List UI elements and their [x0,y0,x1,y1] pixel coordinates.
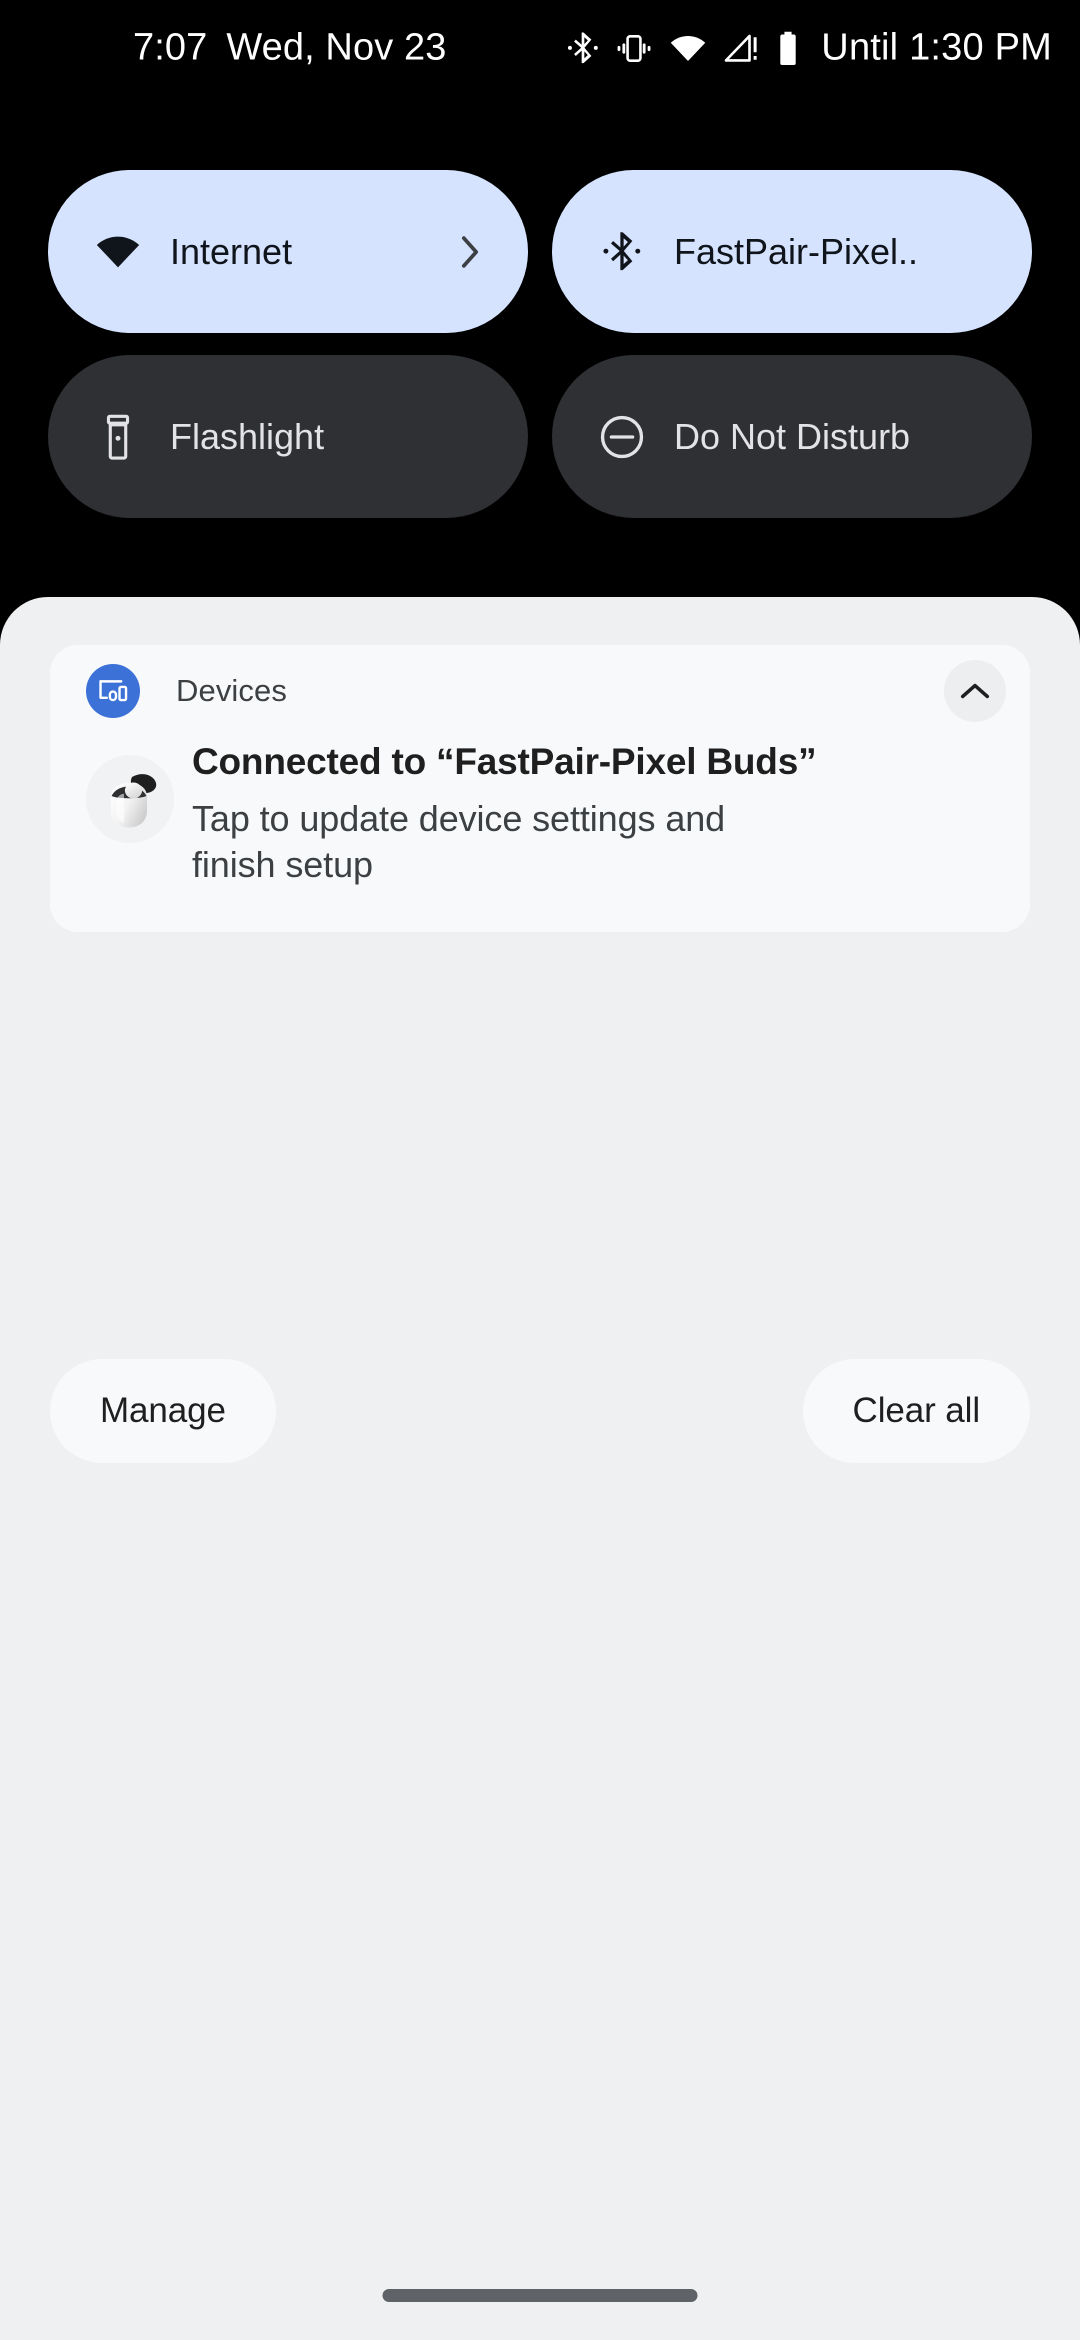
notification-shade: Devices Connected to “FastPair-Pixel Bud… [0,597,1080,2340]
qs-tile-label: Do Not Disturb [674,415,911,457]
qs-tile-label: FastPair-Pixel.. [674,230,919,272]
pixel-buds-case-image [86,755,174,843]
quick-settings-row-1: Internet FastPair-Pixel.. [48,170,1032,333]
notification-title: Connected to “FastPair-Pixel Buds” [192,741,817,782]
status-bar-right: Until 1:30 PM [567,27,1052,70]
signal-no-service-icon [724,33,760,63]
devices-cast-icon [86,664,140,718]
home-gesture-bar[interactable] [382,2289,698,2302]
qs-tile-label: Flashlight [170,415,325,457]
status-bar: 7:07 Wed, Nov 23 Until 1:30 PM [0,0,1080,96]
manage-button[interactable]: Manage [50,1359,276,1463]
notification-text-block: Connected to “FastPair-Pixel Buds” Tap t… [192,737,817,888]
status-bar-clock: 7:07 [133,26,208,69]
notification-body-text: Tap to update device settings and finish… [192,798,726,886]
qs-tile-label: Internet [170,230,293,272]
notification-card[interactable]: Devices Connected to “FastPair-Pixel Bud… [50,645,1030,933]
wifi-icon [94,228,142,276]
status-bar-date: Wed, Nov 23 [226,26,447,69]
battery-estimate-label: Until 1:30 PM [821,26,1052,69]
bluetooth-icon [567,29,599,67]
qs-tile-bluetooth[interactable]: FastPair-Pixel.. [552,170,1032,333]
notification-header: Devices [50,645,1030,737]
qs-tile-do-not-disturb[interactable]: Do Not Disturb [552,355,1032,518]
flashlight-icon [94,413,142,461]
notification-footer-actions: Manage Clear all [50,1359,1030,1463]
do-not-disturb-icon [598,413,646,461]
wifi-icon [669,33,707,63]
status-bar-left: 7:07 Wed, Nov 23 [133,27,446,70]
chevron-up-icon[interactable] [944,660,1006,722]
qs-tile-internet[interactable]: Internet [48,170,528,333]
vibrate-icon [616,32,652,64]
quick-settings-panel: Internet FastPair-Pixel.. Flashlight Do … [0,170,1080,540]
quick-settings-row-2: Flashlight Do Not Disturb [48,355,1032,518]
qs-tile-flashlight[interactable]: Flashlight [48,355,528,518]
chevron-right-icon[interactable] [460,235,480,269]
phone-screen: 7:07 Wed, Nov 23 Until 1:30 PM Internet … [0,0,1080,2340]
notification-app-name: Devices [176,673,287,708]
battery-icon [777,30,799,66]
notification-content: Connected to “FastPair-Pixel Buds” Tap t… [50,737,1030,932]
clear-all-button[interactable]: Clear all [802,1359,1030,1463]
bluetooth-icon [598,228,646,276]
